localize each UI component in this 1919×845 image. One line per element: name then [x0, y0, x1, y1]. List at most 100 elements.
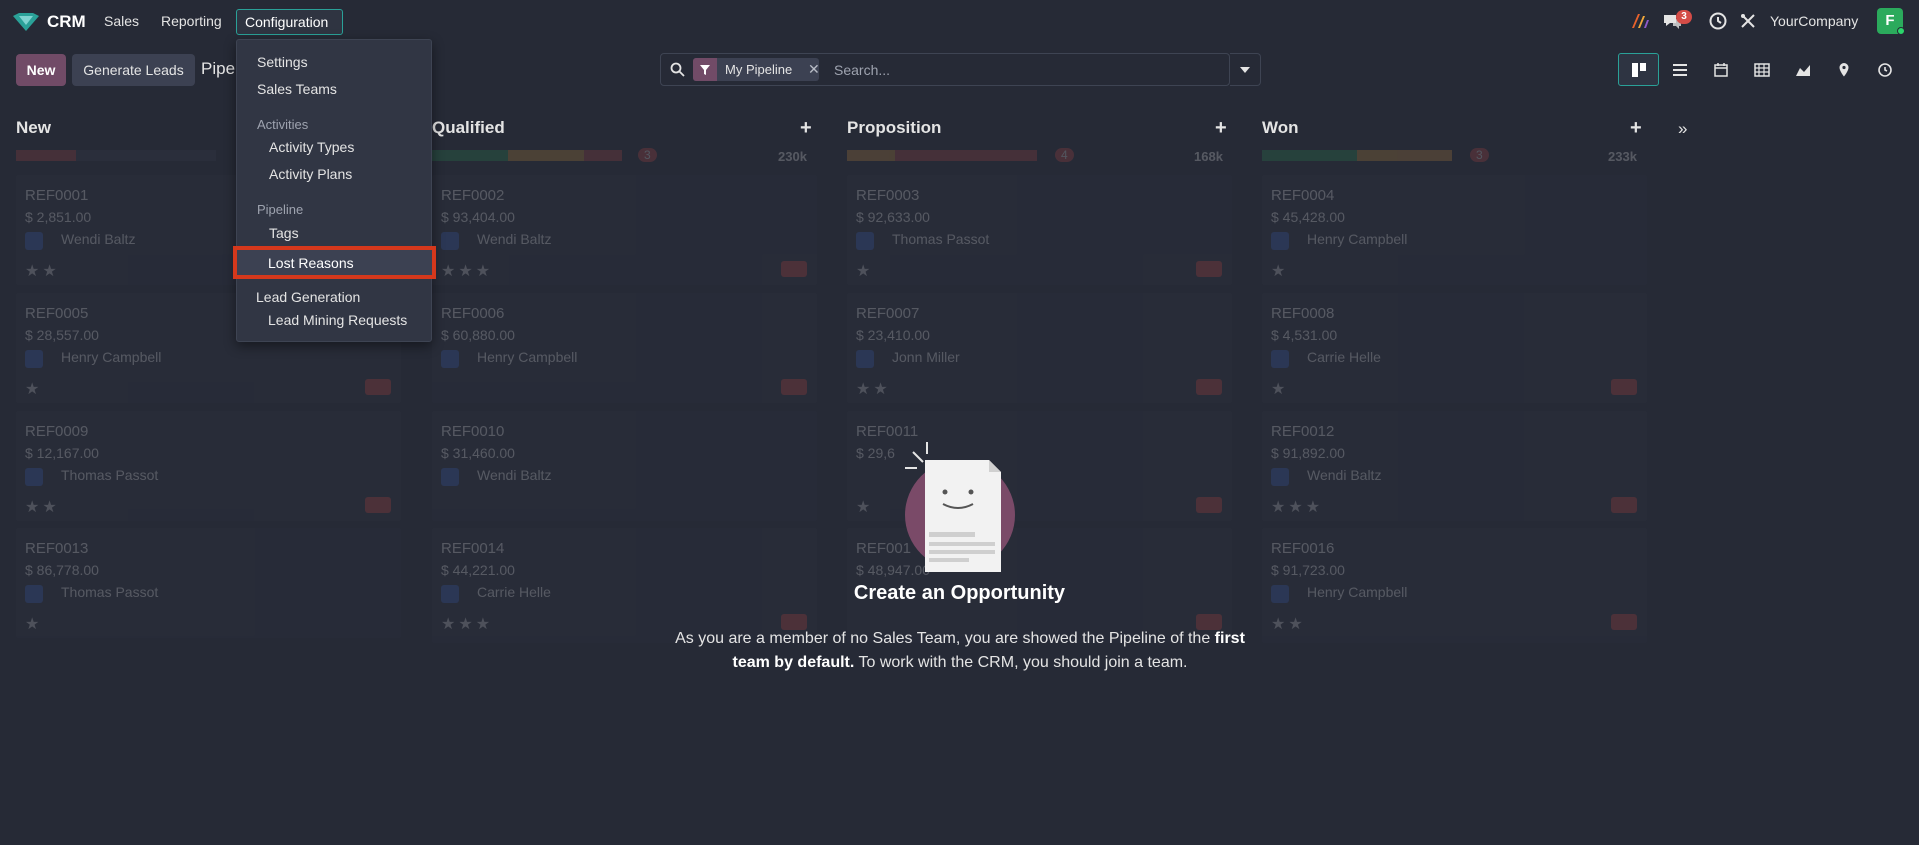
dropdown-lower: Lead Generation Lead Mining Requests: [236, 279, 432, 342]
kanban-card[interactable]: REF0010 $ 31,460.00 Wendi Baltz: [432, 411, 817, 521]
pivot-icon: [1753, 62, 1770, 77]
pivot-view-button[interactable]: [1741, 53, 1782, 86]
progress-bar-won[interactable]: [1262, 150, 1452, 161]
helper-text-part: As you are a member of no Sales Team, yo…: [675, 630, 1215, 647]
star-icon[interactable]: ★★: [856, 379, 891, 399]
star-icon[interactable]: ★: [25, 379, 42, 399]
menu-section-pipeline: Pipeline: [257, 202, 304, 217]
column-title-won[interactable]: Won: [1262, 118, 1299, 138]
add-card-won-icon[interactable]: +: [1630, 117, 1642, 140]
fold-columns-icon[interactable]: »: [1678, 119, 1687, 139]
search-input[interactable]: [834, 59, 1224, 81]
card-ref: REF0001: [25, 187, 89, 204]
menu-item-tags[interactable]: Tags: [269, 225, 299, 241]
star-icon[interactable]: ★: [856, 497, 873, 517]
card-ref: REF0006: [441, 305, 505, 322]
map-view-button[interactable]: [1823, 53, 1864, 86]
avatar: [441, 350, 459, 368]
star-icon[interactable]: ★★: [1271, 614, 1306, 634]
star-icon[interactable]: ★: [856, 261, 873, 281]
card-person: Thomas Passot: [892, 231, 990, 247]
tools-icon[interactable]: [1737, 10, 1759, 32]
crm-logo-icon[interactable]: [13, 13, 39, 31]
generate-leads-button[interactable]: Generate Leads: [72, 54, 195, 86]
menu-configuration[interactable]: Configuration: [236, 9, 343, 35]
column-total-proposition: 168k: [1194, 149, 1223, 164]
add-card-qualified-icon[interactable]: +: [800, 117, 812, 140]
card-amount: $ 93,404.00: [441, 209, 515, 225]
progress-bar-new[interactable]: [16, 150, 216, 161]
kanban-card[interactable]: REF0007 $ 23,410.00 Jonn Miller ★★: [847, 293, 1232, 403]
graph-view-button[interactable]: [1782, 53, 1823, 86]
avatar: [25, 350, 43, 368]
menu-item-settings[interactable]: Settings: [257, 54, 308, 70]
list-view-button[interactable]: [1659, 53, 1700, 86]
avatar: [25, 232, 43, 250]
star-icon[interactable]: ★: [1271, 261, 1288, 281]
star-icon[interactable]: ★★: [25, 261, 60, 281]
star-icon[interactable]: ★★: [25, 497, 60, 517]
star-icon[interactable]: ★: [25, 614, 42, 634]
search-options-toggle[interactable]: [1230, 53, 1261, 86]
menu-item-activity-types[interactable]: Activity Types: [269, 139, 354, 155]
card-amount: $ 31,460.00: [441, 445, 515, 461]
kanban-card[interactable]: REF0008 $ 4,531.00 Carrie Helle ★: [1262, 293, 1647, 403]
avatar: [1271, 232, 1289, 250]
card-ref: REF0016: [1271, 540, 1335, 557]
star-icon[interactable]: ★: [1271, 379, 1288, 399]
menu-reporting[interactable]: Reporting: [161, 13, 222, 29]
view-switcher: [1618, 53, 1905, 86]
app-name[interactable]: CRM: [47, 12, 86, 32]
column-title-new[interactable]: New: [16, 118, 51, 138]
star-icon[interactable]: ★★★: [441, 261, 493, 281]
ai-icon[interactable]: [1629, 10, 1651, 32]
deadline-badge: [1196, 261, 1222, 277]
helper-text-part: To work with the CRM, you should join a …: [854, 654, 1188, 671]
avatar: [1271, 468, 1289, 486]
kanban-card[interactable]: REF0002 $ 93,404.00 Wendi Baltz ★★★: [432, 175, 817, 285]
kanban-icon: [1631, 62, 1646, 77]
kanban-card[interactable]: REF0004 $ 45,428.00 Henry Campbell ★: [1262, 175, 1647, 285]
clock-icon[interactable]: [1707, 10, 1729, 32]
column-count-won: 3: [1470, 148, 1489, 162]
filter-facet[interactable]: My Pipeline: [693, 58, 819, 81]
deadline-badge: [1196, 497, 1222, 513]
card-person: Wendi Baltz: [477, 231, 552, 247]
star-icon[interactable]: ★★★: [1271, 497, 1323, 517]
progress-bar-proposition[interactable]: [847, 150, 1037, 161]
kanban-card[interactable]: REF0012 $ 91,892.00 Wendi Baltz ★★★: [1262, 411, 1647, 521]
menu-item-lead-mining-requests[interactable]: Lead Mining Requests: [268, 312, 407, 328]
filter-icon: [693, 58, 717, 81]
menu-section-activities: Activities: [257, 117, 309, 132]
star-icon[interactable]: ★★★: [441, 614, 493, 634]
card-ref: REF0005: [25, 305, 89, 322]
kanban-card[interactable]: REF0006 $ 60,880.00 Henry Campbell: [432, 293, 817, 403]
kanban-card[interactable]: REF0003 $ 92,633.00 Thomas Passot ★: [847, 175, 1232, 285]
close-icon[interactable]: ✕: [808, 61, 820, 78]
card-amount: $ 86,778.00: [25, 562, 99, 578]
card-amount: $ 4,531.00: [1271, 327, 1338, 343]
card-ref: REF0013: [25, 540, 89, 557]
company-switcher[interactable]: YourCompany: [1770, 13, 1858, 29]
kanban-card[interactable]: REF0009 $ 12,167.00 Thomas Passot ★★: [16, 411, 401, 521]
kanban-view-button[interactable]: [1618, 53, 1659, 86]
avatar: [856, 350, 874, 368]
card-amount: $ 29,6: [856, 445, 895, 461]
add-card-proposition-icon[interactable]: +: [1215, 117, 1227, 140]
new-button[interactable]: New: [16, 54, 66, 86]
menu-sales[interactable]: Sales: [104, 13, 139, 29]
avatar: [25, 468, 43, 486]
menu-item-sales-teams[interactable]: Sales Teams: [257, 81, 337, 97]
progress-bar-qualified[interactable]: [432, 150, 622, 161]
card-ref: REF0010: [441, 423, 505, 440]
map-icon: [1839, 62, 1848, 76]
column-title-proposition[interactable]: Proposition: [847, 118, 941, 138]
column-title-qualified[interactable]: Qualified: [432, 118, 505, 138]
card-amount: $ 28,557.00: [25, 327, 99, 343]
calendar-view-button[interactable]: [1700, 53, 1741, 86]
search-icon: [670, 62, 685, 77]
menu-item-activity-plans[interactable]: Activity Plans: [269, 166, 352, 182]
menu-item-lost-reasons[interactable]: Lost Reasons: [233, 246, 436, 279]
activity-view-button[interactable]: [1864, 53, 1905, 86]
menu-section-lead-generation: Lead Generation: [256, 289, 361, 305]
